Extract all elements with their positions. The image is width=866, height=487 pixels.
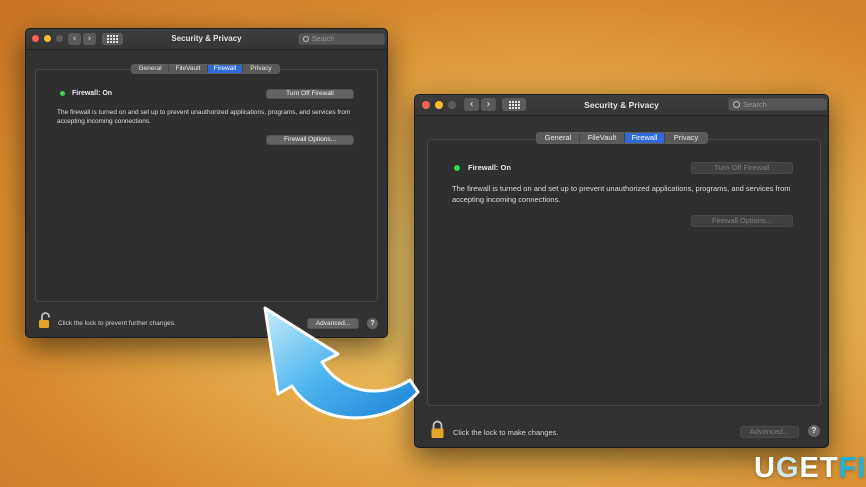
firewall-options-button[interactable]: Firewall Options... bbox=[691, 215, 793, 227]
tab-filevault[interactable]: FileVault bbox=[169, 65, 208, 73]
lock-text: Click the lock to make changes. bbox=[453, 428, 559, 437]
status-on-dot bbox=[60, 91, 65, 96]
help-icon[interactable]: ? bbox=[808, 425, 820, 437]
closed-lock-icon[interactable] bbox=[430, 420, 445, 439]
tab-firewall[interactable]: Firewall bbox=[208, 65, 243, 73]
firewall-pane bbox=[35, 69, 378, 302]
curved-arrow-icon bbox=[263, 306, 420, 420]
turn-off-firewall-button[interactable]: Turn Off Firewall bbox=[691, 162, 793, 174]
tab-general[interactable]: General bbox=[537, 133, 580, 143]
search-input[interactable]: Search bbox=[298, 33, 385, 45]
firewall-description: The firewall is turned on and set up to … bbox=[452, 184, 791, 204]
lock-text: Click the lock to prevent further change… bbox=[58, 320, 176, 327]
search-icon bbox=[733, 101, 740, 108]
turn-off-firewall-button[interactable]: Turn Off Firewall bbox=[266, 89, 354, 99]
security-privacy-window-locked: ‹ › Security & Privacy Search General Fi… bbox=[414, 94, 829, 448]
advanced-button[interactable]: Advanced... bbox=[740, 426, 799, 438]
tab-firewall[interactable]: Firewall bbox=[625, 133, 665, 143]
firewall-status-label: Firewall: On bbox=[468, 163, 511, 172]
security-privacy-window-unlocked: ‹ › Security & Privacy Search General Fi… bbox=[25, 28, 388, 338]
open-lock-icon[interactable] bbox=[38, 312, 52, 329]
title-bar: ‹ › Security & Privacy Search bbox=[415, 95, 828, 116]
title-bar: ‹ › Security & Privacy Search bbox=[26, 29, 387, 50]
firewall-pane bbox=[427, 139, 821, 406]
search-placeholder: Search bbox=[312, 35, 335, 43]
firewall-status: Firewall: On bbox=[454, 163, 511, 172]
firewall-status: Firewall: On bbox=[60, 90, 112, 97]
search-placeholder: Search bbox=[743, 100, 767, 109]
ugetfix-logo: UGETFIX bbox=[754, 452, 866, 484]
firewall-options-button[interactable]: Firewall Options... bbox=[266, 135, 354, 145]
tab-privacy[interactable]: Privacy bbox=[243, 65, 279, 73]
firewall-status-label: Firewall: On bbox=[72, 90, 113, 97]
status-on-dot bbox=[454, 164, 460, 171]
firewall-description: The firewall is turned on and set up to … bbox=[57, 109, 351, 125]
tab-filevault[interactable]: FileVault bbox=[580, 133, 625, 143]
tab-bar: General FileVault Firewall Privacy bbox=[536, 132, 708, 144]
search-input[interactable]: Search bbox=[728, 98, 827, 111]
tab-privacy[interactable]: Privacy bbox=[665, 133, 707, 143]
tab-general[interactable]: General bbox=[132, 65, 169, 73]
search-icon bbox=[303, 36, 309, 42]
tab-bar: General FileVault Firewall Privacy bbox=[131, 64, 280, 74]
